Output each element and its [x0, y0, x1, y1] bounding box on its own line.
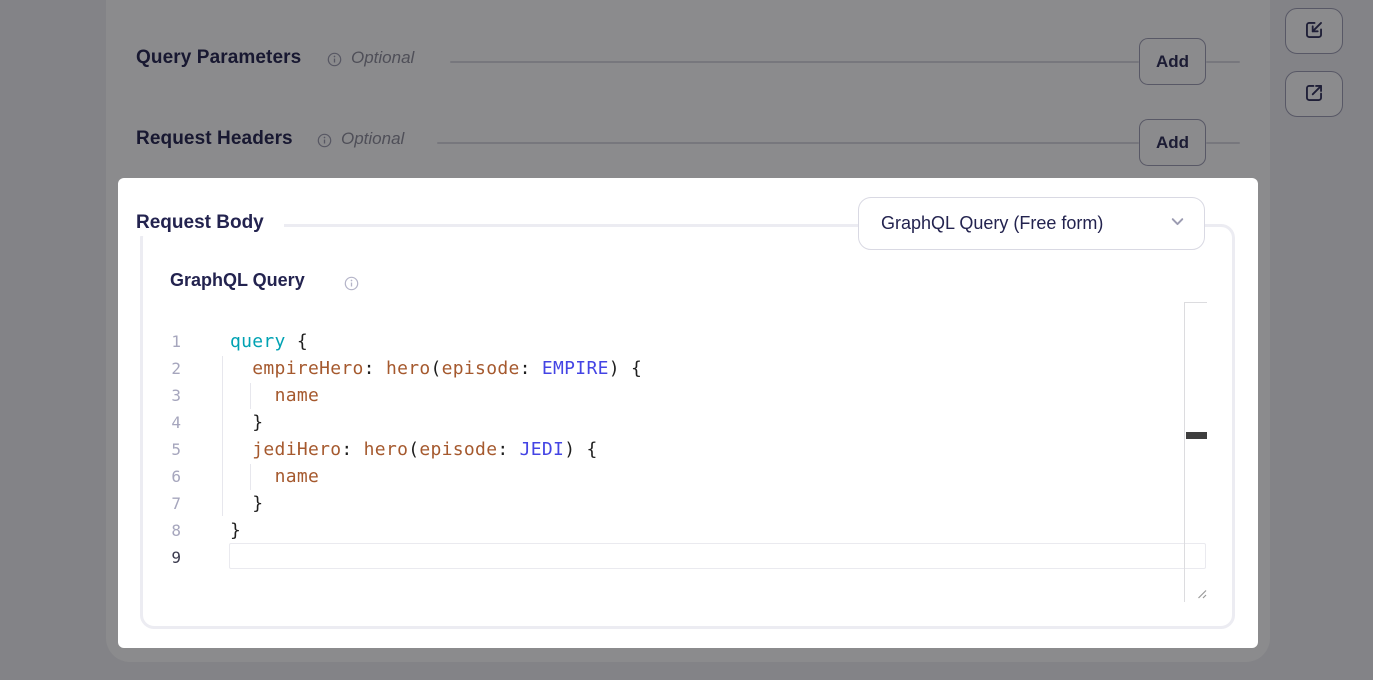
add-request-header-button[interactable]: Add	[1139, 119, 1206, 166]
api-request-form-page: Query Parameters Optional Add Request He…	[0, 0, 1373, 680]
indent-guide	[222, 356, 223, 516]
body-type-select[interactable]: GraphQL Query (Free form)	[858, 197, 1205, 250]
query-parameters-title: Query Parameters	[136, 47, 301, 69]
divider	[437, 142, 1139, 144]
line-number: 7	[160, 490, 181, 517]
editor-scroll-track	[1184, 302, 1207, 303]
textarea-resize-handle[interactable]	[1193, 585, 1208, 605]
code-line: }	[230, 517, 1205, 544]
optional-badge: Optional	[341, 129, 404, 149]
graphql-query-textarea[interactable]: query { empireHero: hero(episode: EMPIRE…	[230, 328, 1205, 571]
arrow-into-square-icon	[1301, 17, 1327, 46]
divider	[1206, 142, 1240, 144]
code-line: query {	[230, 328, 1205, 355]
code-line	[230, 544, 1205, 571]
divider	[1206, 61, 1240, 63]
body-type-selected-value: GraphQL Query (Free form)	[881, 213, 1169, 234]
code-line: empireHero: hero(episode: EMPIRE) {	[230, 355, 1205, 382]
code-line: }	[230, 409, 1205, 436]
add-query-parameter-button[interactable]: Add	[1139, 38, 1206, 85]
collapse-editor-button[interactable]	[1285, 8, 1343, 54]
external-link-icon	[1301, 80, 1327, 109]
line-number: 8	[160, 517, 181, 544]
open-external-button[interactable]	[1285, 71, 1343, 117]
line-number: 2	[160, 355, 181, 382]
editor-gutter: 123456789	[160, 328, 181, 571]
line-number: 6	[160, 463, 181, 490]
line-number: 3	[160, 382, 181, 409]
request-body-title: Request Body	[136, 210, 284, 236]
info-icon[interactable]	[317, 133, 332, 148]
editor-scrollbar-thumb[interactable]	[1186, 432, 1207, 439]
info-icon[interactable]	[327, 52, 342, 67]
optional-badge: Optional	[351, 48, 414, 68]
code-line: }	[230, 490, 1205, 517]
chevron-down-icon	[1169, 213, 1186, 235]
line-number: 9	[160, 544, 181, 571]
divider	[450, 61, 1139, 63]
info-icon[interactable]	[344, 276, 359, 291]
code-line: name	[230, 382, 1205, 409]
code-line: jediHero: hero(episode: JEDI) {	[230, 436, 1205, 463]
graphql-query-label: GraphQL Query	[170, 270, 305, 291]
line-number: 4	[160, 409, 181, 436]
line-number: 1	[160, 328, 181, 355]
line-number: 5	[160, 436, 181, 463]
editor-scroll-track	[1184, 302, 1185, 602]
request-headers-title: Request Headers	[136, 128, 293, 150]
code-line: name	[230, 463, 1205, 490]
